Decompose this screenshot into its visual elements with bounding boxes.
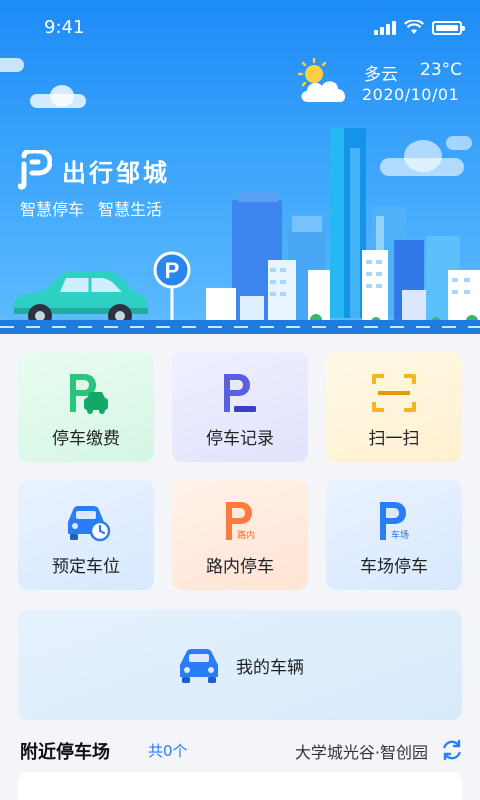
cloud-decoration: [50, 85, 74, 107]
brand: 出行邹城: [18, 150, 170, 190]
street-parking-button[interactable]: 路内 路内停车: [172, 480, 308, 590]
weather-info: 多云 23°C: [364, 60, 462, 85]
lot-parking-badge: 车场: [391, 529, 409, 541]
tile-label: 路内停车: [206, 557, 274, 577]
hero-banner: 9:41 多云 23°C 2020/10/01 出行邹城 智慧停车 智慧生活 P: [0, 0, 480, 334]
nearby-parking-header: 附近停车场 共0个 大学城光谷·智创园: [0, 732, 480, 768]
battery-icon: [432, 20, 465, 35]
weather-date: 2020/10/01: [362, 85, 460, 104]
system-icons: [374, 20, 465, 35]
street-parking-badge: 路内: [237, 529, 255, 541]
my-vehicle-label: 我的车辆: [236, 657, 304, 678]
tile-label: 停车记录: [206, 429, 274, 449]
scan-button[interactable]: 扫一扫: [326, 352, 462, 462]
parking-payment-button[interactable]: 停车缴费: [18, 352, 154, 462]
partly-cloudy-icon: [297, 58, 346, 102]
parking-sign-icon: P: [153, 251, 191, 331]
street-parking-icon: 路内: [226, 502, 255, 541]
app-logo-icon: [18, 150, 52, 190]
tile-label: 停车缴费: [52, 429, 120, 449]
cloud-decoration: [0, 58, 24, 72]
app-title: 出行邹城: [62, 158, 170, 187]
car-icon: [180, 649, 218, 683]
refresh-icon[interactable]: [440, 738, 464, 762]
nearby-parking-list: [18, 772, 462, 800]
slogan: 智慧停车 智慧生活: [20, 196, 162, 220]
parking-payment-icon: [70, 374, 108, 414]
city-skyline-illustration: [206, 128, 480, 327]
nearby-title: 附近停车场: [20, 742, 110, 763]
slogan-part-1: 智慧停车: [20, 200, 85, 219]
weather-temperature: 23°C: [420, 60, 463, 80]
parking-record-button[interactable]: 停车记录: [172, 352, 308, 462]
road-decoration: [0, 320, 480, 334]
tile-label: 扫一扫: [368, 429, 420, 449]
nearby-count: 共0个: [148, 742, 188, 760]
reserve-space-icon: [68, 506, 110, 542]
lot-parking-icon: 车场: [380, 502, 409, 541]
scan-icon: [372, 374, 416, 412]
wifi-icon: [404, 20, 424, 34]
status-time: 9:41: [44, 17, 85, 38]
tile-label: 车场停车: [360, 557, 428, 577]
weather-condition: 多云: [364, 65, 398, 85]
lot-parking-button[interactable]: 车场 车场停车: [326, 480, 462, 590]
reserve-space-button[interactable]: 预定车位: [18, 480, 154, 590]
slogan-part-2: 智慧生活: [98, 200, 163, 219]
parking-record-icon: [224, 374, 256, 412]
my-vehicle-button[interactable]: 我的车辆: [18, 610, 462, 720]
status-bar: 9:41: [0, 0, 480, 56]
current-location[interactable]: 大学城光谷·智创园: [295, 739, 428, 763]
parking-sign-letter: P: [165, 258, 180, 283]
signal-icon: [374, 20, 396, 35]
tile-label: 预定车位: [52, 557, 120, 577]
